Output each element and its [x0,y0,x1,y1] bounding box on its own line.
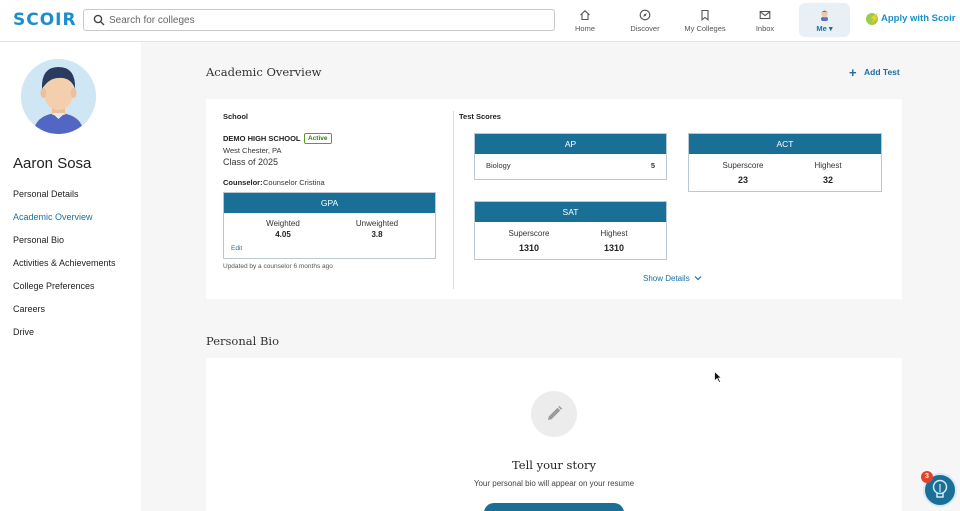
profile-sidebar: Aaron Sosa Personal Details Academic Ove… [0,42,141,511]
pencil-icon [548,405,563,420]
gpa-weighted-value: 4.05 [275,230,291,239]
nav-inbox-label: Inbox [755,24,775,33]
profile-avatar [21,59,96,134]
counselor-label: Counselor: [223,178,263,187]
gpa-unweighted-value: 3.8 [371,230,383,239]
gpa-unweighted-label: Unweighted [355,219,399,228]
nav-discover[interactable]: Discover [615,0,675,42]
chevron-down-icon [694,276,702,281]
sidebar-item-personal-details[interactable]: Personal Details [13,189,79,199]
show-details-link[interactable]: Show Details [643,274,702,283]
sidebar-item-drive[interactable]: Drive [13,327,34,337]
gpa-updated-note: Updated by a counselor 6 months ago [223,263,333,270]
sidebar-item-personal-bio[interactable]: Personal Bio [13,235,64,245]
gpa-edit-link[interactable]: Edit [231,245,242,252]
nav-discover-label: Discover [630,24,660,33]
plus-icon: + [849,65,857,80]
search-icon [93,14,105,26]
user-avatar-icon [821,10,828,21]
status-badge: Active [304,133,332,144]
gpa-box: GPA Weighted 4.05 Unweighted 3.8 Edit [223,192,436,259]
sat-highest-value: 1310 [603,243,625,253]
apply-label: Apply with Scoir [881,13,956,24]
sat-superscore-value: 1310 [518,243,540,253]
nav-me[interactable]: Me ▾ [799,3,850,37]
sat-header: SAT [475,202,666,222]
counselor-name: Counselor Cristina [263,178,325,187]
top-nav-bar: SCOIR Home Discover My Colleges Inbox [0,0,960,42]
sat-score-box: SAT Superscore 1310 Highest 1310 [474,201,667,260]
school-location: West Chester, PA [223,146,282,155]
tell-your-story-subtitle: Your personal bio will appear on your re… [473,479,635,488]
home-icon [580,10,590,21]
nav-inbox[interactable]: Inbox [735,0,795,42]
sidebar-item-careers[interactable]: Careers [13,304,45,314]
sidebar-item-activities[interactable]: Activities & Achievements [13,258,116,268]
compass-icon [639,9,651,21]
nav-my-colleges[interactable]: My Colleges [675,0,735,42]
help-notification-count: 3 [921,471,933,483]
sat-highest-label: Highest [600,229,628,238]
act-highest-value: 32 [822,175,833,185]
school-section-label: School [223,112,249,121]
nav-my-colleges-label: My Colleges [684,24,726,33]
card-divider [453,111,454,289]
sat-superscore-label: Superscore [508,229,550,238]
gpa-weighted-label: Weighted [266,219,300,228]
test-scores-label: Test Scores [459,112,501,121]
edit-bio-circle[interactable] [531,391,577,437]
gpa-header: GPA [224,193,435,213]
act-header: ACT [689,134,881,154]
act-highest-label: Highest [814,161,842,170]
lightning-icon: ⚡ [866,13,880,25]
show-details-label: Show Details [643,274,690,283]
ap-header: AP [475,134,666,154]
student-name: Aaron Sosa [13,155,92,172]
search-input[interactable] [109,12,549,28]
sidebar-item-college-preferences[interactable]: College Preferences [13,281,95,291]
ap-score-box: AP Biology 5 [474,133,667,180]
scoir-logo[interactable]: SCOIR [13,10,77,30]
mouse-cursor-icon [714,371,722,383]
person-illustration-icon [21,59,96,134]
personal-bio-title: Personal Bio [206,334,279,348]
bookmark-icon [701,9,709,21]
tell-your-story-title: Tell your story [511,458,596,472]
school-name: DEMO HIGH SCHOOL [223,134,301,143]
sidebar-item-academic-overview[interactable]: Academic Overview [13,212,93,222]
search-box[interactable] [83,9,555,31]
nav-home[interactable]: Home [555,0,615,42]
help-widget-button[interactable]: 3 [921,471,957,507]
act-superscore-label: Superscore [722,161,764,170]
ap-score: 5 [650,161,655,170]
nav-me-label: Me ▾ [816,24,833,33]
mail-icon [759,10,771,20]
academic-overview-title: Academic Overview [206,65,322,79]
add-test-label: Add Test [864,67,900,77]
class-year: Class of 2025 [223,157,279,167]
add-bio-button[interactable] [484,503,624,511]
ap-subject: Biology [486,161,511,170]
nav-home-label: Home [574,24,595,33]
act-score-box: ACT Superscore 23 Highest 32 [688,133,882,192]
act-superscore-value: 23 [737,175,748,185]
